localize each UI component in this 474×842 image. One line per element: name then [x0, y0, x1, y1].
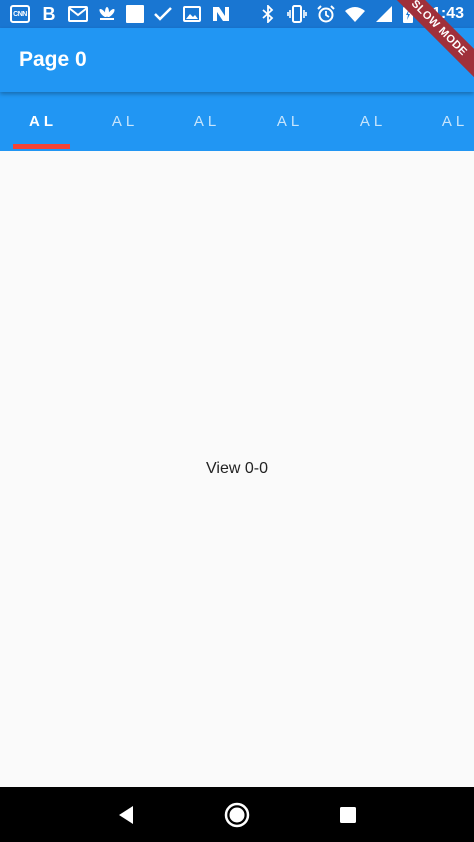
screen: CNN B 11:43 Page 0 AL AL AL AL AL AL Vie… — [0, 0, 474, 842]
tab-1[interactable]: AL — [82, 92, 164, 151]
tab-4[interactable]: AL — [330, 92, 412, 151]
tab-2[interactable]: AL — [164, 92, 246, 151]
b-icon: B — [42, 4, 56, 24]
vibrate-icon — [287, 5, 307, 23]
bluetooth-icon — [258, 5, 278, 23]
tab-5[interactable]: AL — [412, 92, 474, 151]
tab-bar: AL AL AL AL AL AL — [0, 92, 474, 151]
notification-icons: CNN B — [10, 5, 231, 23]
square-icon — [126, 5, 144, 23]
check-icon — [153, 5, 173, 23]
tab-0[interactable]: AL — [0, 92, 82, 151]
tab-indicator — [13, 144, 70, 149]
slow-mode-label: SLOW MODE — [385, 0, 474, 82]
image-icon — [182, 5, 202, 23]
gmail-icon — [68, 5, 88, 23]
navigation-bar — [0, 787, 474, 842]
tab-view[interactable]: View 0-0 — [0, 151, 474, 787]
view-label: View 0-0 — [206, 460, 268, 477]
cnn-icon: CNN — [10, 5, 30, 23]
back-icon — [118, 805, 133, 824]
slow-mode-banner: SLOW MODE — [384, 0, 474, 90]
page-title: Page 0 — [19, 48, 87, 71]
back-button[interactable] — [106, 795, 146, 835]
tab-3[interactable]: AL — [246, 92, 330, 151]
wifi-icon — [344, 5, 365, 23]
recents-icon — [340, 806, 357, 823]
recents-button[interactable] — [328, 795, 368, 835]
nbc-icon — [97, 5, 117, 23]
home-icon — [224, 802, 250, 827]
alarm-icon — [316, 5, 336, 23]
home-button[interactable] — [217, 795, 257, 835]
n-icon — [211, 5, 231, 23]
